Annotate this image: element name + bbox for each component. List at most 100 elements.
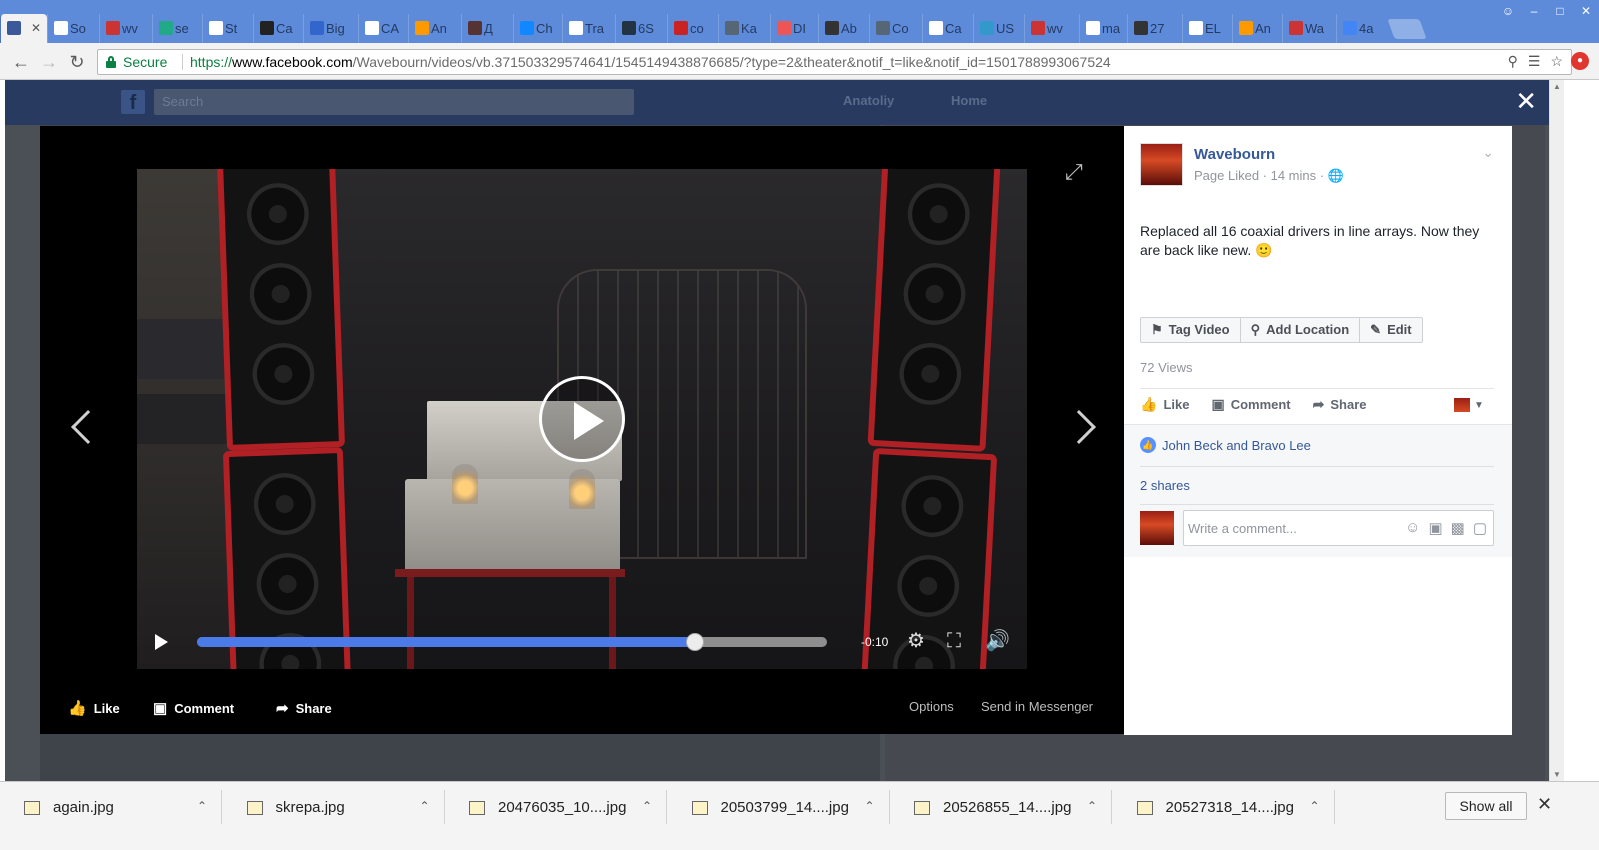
reload-icon[interactable]: ↻ [66,51,88,73]
fb-user-name[interactable]: Anatoliy [843,93,894,108]
likers-row[interactable]: 👍 John Beck and Bravo Lee [1140,437,1311,453]
profile-icon[interactable]: ☺ [1495,0,1521,22]
scroll-up-icon[interactable]: ▲ [1553,82,1561,91]
edit-button[interactable]: ✎ Edit [1360,318,1421,342]
browser-tab[interactable]: US [973,14,1024,43]
theater-close-icon[interactable]: ✕ [1515,88,1537,114]
chevron-up-icon[interactable]: ⌃ [419,799,429,813]
browser-tab[interactable]: So [47,14,99,43]
tag-video-button[interactable]: ⚑ Tag Video [1141,318,1241,342]
browser-tab[interactable]: DI [770,14,818,43]
show-all-downloads-button[interactable]: Show all [1445,792,1527,820]
post-menu-chevron-icon[interactable]: ⌄ [1482,144,1494,161]
comment-input[interactable] [1184,511,1384,545]
browser-tab[interactable]: St [202,14,253,43]
send-in-messenger-link[interactable]: Send in Messenger [981,699,1093,714]
new-tab-button[interactable] [1387,19,1427,39]
bookmark-star-icon[interactable]: ☆ [1550,53,1563,70]
options-link[interactable]: Options [909,699,954,714]
download-item[interactable]: 20527318_14....jpg ⌃ [1113,790,1335,824]
progress-scrubber[interactable] [685,633,704,651]
chevron-up-icon[interactable]: ⌃ [197,799,207,813]
url-text[interactable]: https://www.facebook.com/Wavebourn/video… [190,54,1111,70]
page-name-link[interactable]: Wavebourn [1194,146,1275,163]
zoom-icon[interactable]: ⚲ [1508,53,1518,70]
browser-tab[interactable]: wv [1024,14,1079,43]
chevron-up-icon[interactable]: ⌃ [864,799,874,813]
sticker-icon[interactable]: ▢ [1473,519,1487,537]
comment-box[interactable]: ☺ ▣ ▩ ▢ [1183,510,1494,546]
page-avatar[interactable] [1140,143,1183,186]
browser-tab[interactable]: 27 [1127,14,1182,43]
camera-icon[interactable]: ▣ [1428,519,1442,537]
post-share-button[interactable]: ➦ Share [1313,396,1367,413]
window-close-icon[interactable]: ✕ [1573,0,1599,22]
browser-tab[interactable]: ✕ [0,14,47,43]
browser-tab[interactable]: 6S [615,14,667,43]
extension-icon[interactable]: ● [1571,52,1589,70]
browser-tab[interactable]: Ab [818,14,869,43]
page-scrollbar[interactable]: ▲ ▼ [1549,80,1564,781]
control-play-icon[interactable] [155,634,168,650]
browser-tab[interactable]: Co [869,14,922,43]
facebook-search[interactable]: Search [154,89,634,115]
add-location-button[interactable]: ⚲ Add Location [1241,318,1361,342]
progress-bar[interactable] [197,633,827,651]
browser-tab[interactable]: Ch [513,14,562,43]
browser-tab[interactable]: se [152,14,202,43]
browser-tab[interactable]: Wa [1282,14,1336,43]
facebook-logo-icon[interactable]: f [121,90,145,114]
browser-tab[interactable]: An [1232,14,1282,43]
browser-tab[interactable]: Big [303,14,358,43]
shelf-close-icon[interactable]: ✕ [1537,794,1552,815]
browser-tab[interactable]: Ca [253,14,303,43]
gif-icon[interactable]: ▩ [1451,519,1465,537]
fb-home-link[interactable]: Home [951,93,987,108]
browser-tab[interactable]: wv [99,14,152,43]
video-player[interactable]: -0:10 ⚙ ⛶ 🔊 [137,169,1027,669]
browser-tab[interactable]: EL [1182,14,1232,43]
next-arrow-icon[interactable] [1062,409,1096,445]
translate-icon[interactable]: ☰ [1528,53,1541,70]
download-item[interactable]: again.jpg ⌃ [0,790,222,824]
forward-icon[interactable]: → [38,51,60,73]
settings-gear-icon[interactable]: ⚙ [907,630,925,652]
likers-names[interactable]: John Beck and Bravo Lee [1162,438,1311,453]
tab-close-icon[interactable]: ✕ [31,14,41,43]
scroll-down-icon[interactable]: ▼ [1553,770,1561,779]
post-like-button[interactable]: 👍 Like [1140,396,1189,413]
expand-icon[interactable]: ⤢ [1065,159,1083,185]
chevron-up-icon[interactable]: ⌃ [642,799,652,813]
chevron-up-icon[interactable]: ⌃ [1309,799,1319,813]
big-play-button[interactable] [539,376,625,462]
post-comment-button[interactable]: ▣ Comment [1211,396,1290,413]
back-icon[interactable]: ← [10,51,32,73]
browser-tab[interactable]: CA [358,14,408,43]
volume-icon[interactable]: 🔊 [985,630,1010,652]
shares-link[interactable]: 2 shares [1140,478,1190,493]
browser-tab[interactable]: co [667,14,718,43]
browser-tab[interactable]: ma [1079,14,1127,43]
browser-tab[interactable]: Tra [562,14,615,43]
browser-tab[interactable]: 4a [1336,14,1387,43]
browser-tab[interactable]: Д [461,14,513,43]
stage-comment-button[interactable]: ▣ Comment [153,699,234,717]
stage-share-button[interactable]: ➦ Share [276,699,332,717]
stage-like-button[interactable]: 👍 Like [68,699,120,717]
chevron-up-icon[interactable]: ⌃ [1087,799,1097,813]
browser-tab[interactable]: Ka [718,14,770,43]
tab-label: 4a [1359,21,1374,36]
browser-tab[interactable]: Ca [922,14,973,43]
minimize-icon[interactable]: – [1521,0,1547,22]
fullscreen-icon[interactable]: ⛶ [947,630,961,652]
emoji-icon[interactable]: ☺ [1405,519,1420,537]
download-item[interactable]: 20476035_10....jpg ⌃ [445,790,667,824]
previous-arrow-icon[interactable] [70,409,105,445]
maximize-icon[interactable]: □ [1547,0,1573,22]
address-bar[interactable]: Secure https://www.facebook.com/Wavebour… [97,49,1572,75]
download-item[interactable]: 20503799_14....jpg ⌃ [668,790,890,824]
download-item[interactable]: skrepa.jpg ⌃ [223,790,445,824]
posting-as-selector[interactable]: ▼ [1454,398,1484,412]
browser-tab[interactable]: An [408,14,461,43]
download-item[interactable]: 20526855_14....jpg ⌃ [890,790,1112,824]
